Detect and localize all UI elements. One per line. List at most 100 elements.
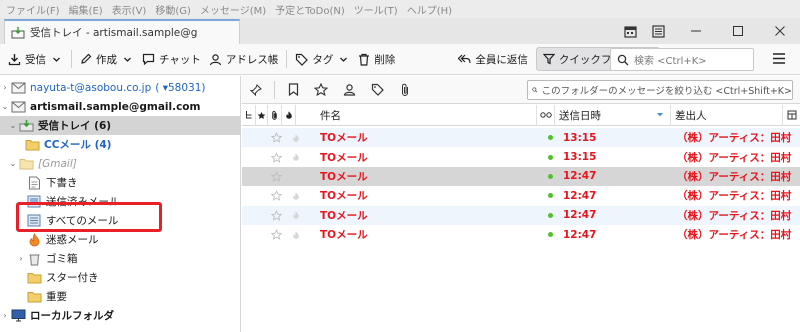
star-filter-icon[interactable] xyxy=(307,79,335,101)
folder-label: ゴミ箱 xyxy=(46,253,78,265)
message-row[interactable]: TOメール 12:47 （株）アーティス：田村 xyxy=(242,205,800,225)
app-menu-icon[interactable] xyxy=(772,52,786,68)
collapse-arrow-icon[interactable]: ⌄ xyxy=(8,159,18,168)
tasks-icon[interactable] xyxy=(650,23,666,39)
folder-spam[interactable]: 迷惑メール xyxy=(0,230,241,249)
menu-view[interactable]: 表示(V) xyxy=(112,2,147,17)
collapse-arrow-icon[interactable]: ⌄ xyxy=(8,121,18,130)
folder-icon xyxy=(26,271,42,285)
reply-all-label: 全員に返信 xyxy=(475,53,528,66)
compose-label: 作成 xyxy=(96,53,117,66)
column-sender[interactable]: 差出人 xyxy=(671,104,783,126)
star-column-icon[interactable] xyxy=(256,104,268,126)
receive-dropdown[interactable] xyxy=(50,47,67,71)
message-row[interactable]: TOメール 12:47 （株）アーティス：田村 xyxy=(242,225,800,245)
message-row[interactable]: TOメール 12:47 （株）アーティス：田村 xyxy=(242,186,800,206)
message-date: 13:15 xyxy=(563,151,597,164)
folder-starred[interactable]: スター付き xyxy=(0,268,241,287)
menu-message[interactable]: メッセージ(M) xyxy=(200,2,266,17)
star-toggle-icon[interactable] xyxy=(256,186,282,205)
compose-dropdown[interactable] xyxy=(121,47,138,71)
menu-events[interactable]: 予定とToDo(N) xyxy=(275,2,345,17)
attachment-column-icon[interactable] xyxy=(268,104,282,126)
search-input[interactable]: 検索 <Ctrl+K> xyxy=(610,48,754,71)
menu-tools[interactable]: ツール(T) xyxy=(354,2,398,17)
maximize-icon[interactable] xyxy=(730,23,746,39)
message-sender: （株）アーティス：田村 xyxy=(677,170,792,183)
junk-status-icon[interactable] xyxy=(282,128,310,147)
folder-label: 迷惑メール xyxy=(46,234,99,246)
message-row[interactable]: TOメール 13:15 （株）アーティス：田村 xyxy=(242,147,800,167)
attachment-filter-icon[interactable] xyxy=(391,79,419,101)
chat-button[interactable]: チャット xyxy=(138,47,205,71)
tag-button[interactable]: タグ xyxy=(291,47,337,71)
address-book-button[interactable]: アドレス帳 xyxy=(205,47,283,71)
status-column-icon[interactable] xyxy=(537,104,555,126)
account-name: nayuta-t@asobou.co.jp xyxy=(30,81,152,94)
star-toggle-icon[interactable] xyxy=(256,148,282,167)
thread-cell xyxy=(242,148,256,167)
calendar-icon[interactable] xyxy=(622,23,638,39)
junk-status-icon[interactable] xyxy=(282,225,310,244)
folder-inbox[interactable]: ⌄ 受信トレイ (6) xyxy=(0,116,241,135)
folder-label: [Gmail] xyxy=(38,157,77,170)
thunderbird-window: ファイル(F) 編集(E) 表示(V) 移動(G) メッセージ(M) 予定とTo… xyxy=(0,0,800,332)
folder-important[interactable]: 重要 xyxy=(0,287,241,306)
folder-trash[interactable]: › ゴミ箱 xyxy=(0,249,241,268)
message-sender: （株）アーティス：田村 xyxy=(677,209,792,222)
column-subject[interactable]: 件名 xyxy=(296,104,537,126)
star-toggle-icon[interactable] xyxy=(256,167,282,186)
column-date[interactable]: 送信日時 xyxy=(555,104,671,126)
tab-label: 受信トレイ - artismail.sample@g xyxy=(30,27,198,39)
unread-filter-icon[interactable] xyxy=(279,79,307,101)
junk-status-icon[interactable] xyxy=(282,148,310,167)
contact-filter-icon[interactable] xyxy=(335,79,363,101)
menu-file[interactable]: ファイル(F) xyxy=(6,2,60,17)
expand-arrow-icon[interactable]: › xyxy=(0,83,10,92)
delete-button[interactable]: 削除 xyxy=(354,47,399,71)
star-toggle-icon[interactable] xyxy=(256,206,282,225)
tab-bar: 受信トレイ - artismail.sample@g xyxy=(0,18,800,44)
message-row[interactable]: TOメール 12:47 （株）アーティス：田村 xyxy=(242,166,800,187)
filter-input[interactable]: このフォルダーのメッセージを絞り込む <Ctrl+Shift+K> xyxy=(527,80,793,100)
tab-inbox[interactable]: 受信トレイ - artismail.sample@g xyxy=(4,19,240,44)
star-toggle-icon[interactable] xyxy=(256,225,282,244)
thread-column-icon[interactable] xyxy=(242,104,256,126)
menu-help[interactable]: ヘルプ(H) xyxy=(407,2,452,17)
menu-go[interactable]: 移動(G) xyxy=(155,2,191,17)
junk-status-icon[interactable] xyxy=(282,206,310,225)
junk-column-icon[interactable] xyxy=(282,104,296,126)
reply-all-button[interactable]: 全員に返信 xyxy=(453,47,532,71)
message-list-header: 件名 送信日時 差出人 xyxy=(242,104,800,126)
folder-drafts[interactable]: 下書き xyxy=(0,173,241,192)
receive-button[interactable]: 受信 xyxy=(4,47,50,71)
search-placeholder: 検索 <Ctrl+K> xyxy=(634,56,707,67)
expand-arrow-icon[interactable]: › xyxy=(16,254,26,263)
tag-filter-icon[interactable] xyxy=(363,79,391,101)
message-subject: TOメール xyxy=(320,229,368,242)
account-local-folders[interactable]: › ローカルフォルダ xyxy=(0,306,241,325)
junk-status-icon[interactable] xyxy=(282,167,310,186)
drafts-icon xyxy=(26,176,42,190)
minimize-icon[interactable] xyxy=(688,23,704,39)
collapse-arrow-icon[interactable]: ⌄ xyxy=(0,102,10,111)
compose-button[interactable]: 作成 xyxy=(76,47,121,71)
folder-gmail[interactable]: ⌄ [Gmail] xyxy=(0,154,241,173)
star-toggle-icon[interactable] xyxy=(256,128,282,147)
status-dot xyxy=(547,193,553,199)
sticky-pin-icon[interactable] xyxy=(242,79,270,101)
folder-cc-mail[interactable]: CCメール (4) xyxy=(0,135,241,154)
menu-edit[interactable]: 編集(E) xyxy=(69,2,103,17)
message-row[interactable]: TOメール 13:15 （株）アーティス：田村 xyxy=(242,128,800,148)
folder-label: 受信トレイ (6) xyxy=(38,120,112,132)
status-dot xyxy=(547,212,553,218)
message-sender: （株）アーティス：田村 xyxy=(677,229,792,242)
column-picker-icon[interactable] xyxy=(783,105,800,126)
account-nayuta[interactable]: › nayuta-t@asobou.co.jp ( ▾58031) xyxy=(0,78,241,97)
expand-arrow-icon[interactable]: › xyxy=(0,311,10,320)
folder-label: 下書き xyxy=(46,177,78,189)
account-artismail[interactable]: ⌄ artismail.sample@gmail.com xyxy=(0,97,241,116)
close-icon[interactable] xyxy=(772,23,788,39)
tag-dropdown[interactable] xyxy=(337,47,354,71)
junk-status-icon[interactable] xyxy=(282,186,310,205)
